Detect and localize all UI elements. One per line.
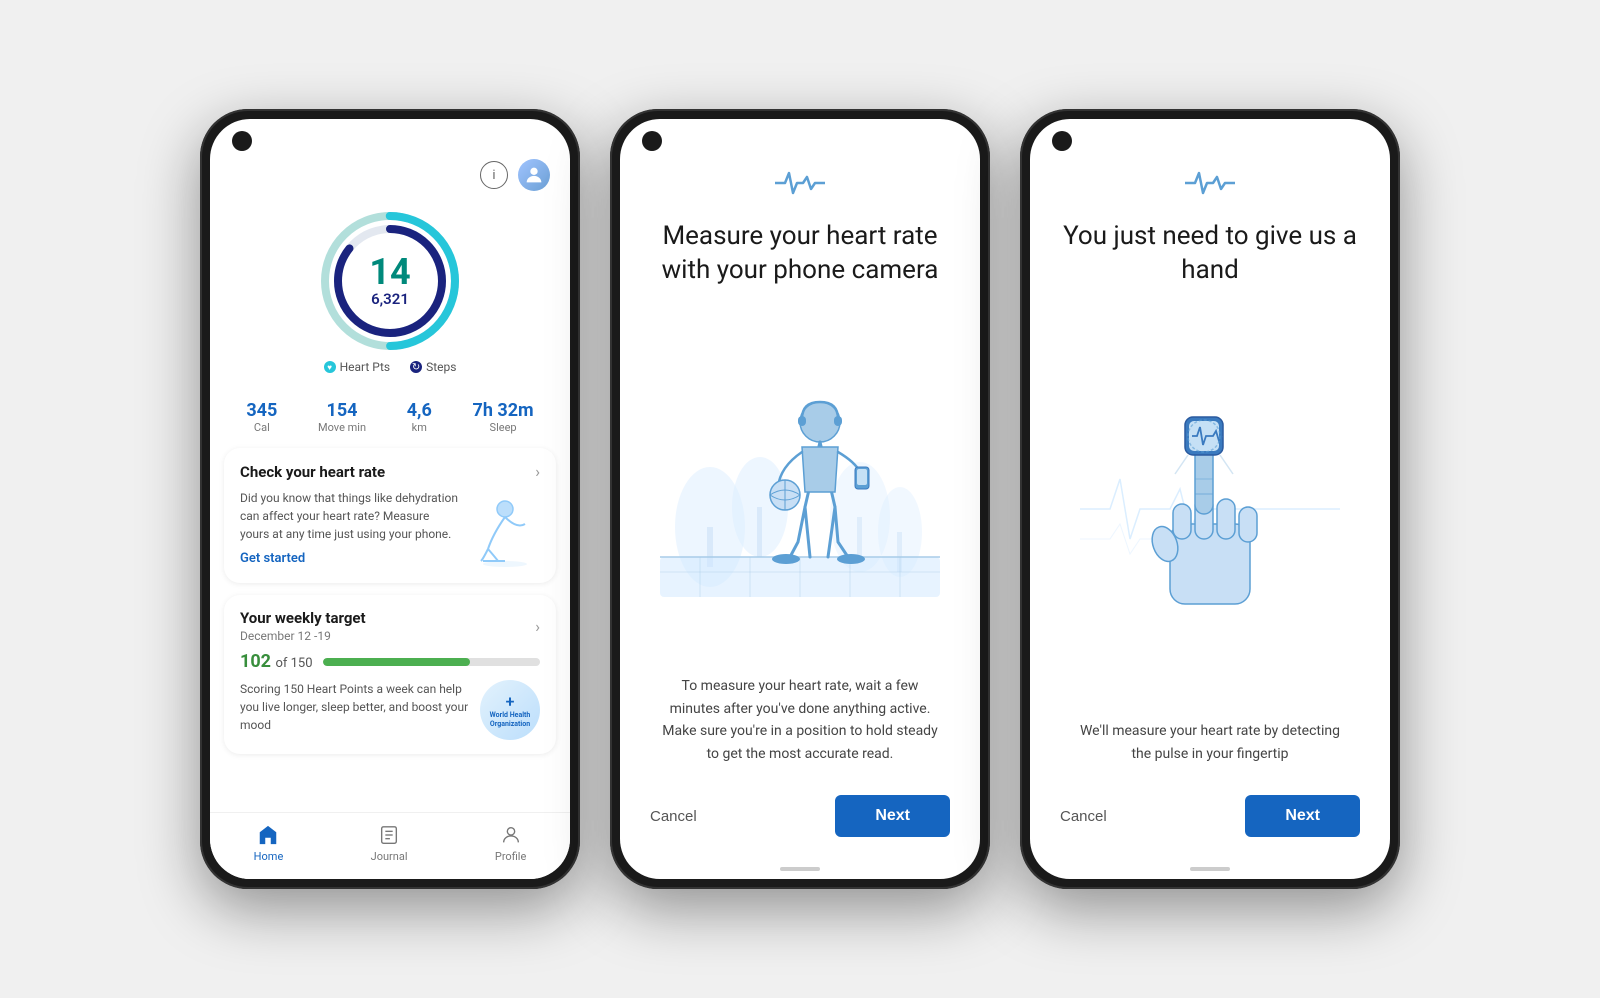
weekly-header: Your weekly target December 12 -19 ›: [240, 609, 540, 643]
phones-container: i: [200, 109, 1400, 889]
next-button-1[interactable]: Next: [835, 795, 950, 837]
phone-1-notch: [232, 131, 252, 151]
phone-3-notch: [1052, 131, 1072, 151]
heart-rate-card: Check your heart rate › Did you know tha…: [224, 448, 556, 583]
sleep-metric: 7h 32m Sleep: [473, 400, 534, 434]
onboard-actions-2: Cancel Next: [1030, 781, 1390, 867]
card-illustration: [470, 489, 540, 569]
card-text: Did you know that things like dehydratio…: [240, 489, 460, 543]
phone-3: You just need to give us a hand: [1020, 109, 1400, 889]
progress-bar: [323, 658, 540, 666]
onboard-actions-1: Cancel Next: [620, 781, 980, 867]
cal-metric: 345 Cal: [246, 400, 277, 434]
onboard-desc-1: To measure your heart rate, wait a few m…: [620, 665, 980, 781]
weekly-date: December 12 -19: [240, 629, 366, 643]
weekly-body: Scoring 150 Heart Points a week can help…: [240, 680, 540, 740]
weekly-chevron-icon[interactable]: ›: [535, 617, 540, 636]
heart-pts-label: ♥ Heart Pts: [324, 360, 390, 374]
info-button[interactable]: i: [480, 161, 508, 189]
onboard-illustration-2: [1030, 308, 1390, 711]
onboard-title-2: You just need to give us a hand: [1060, 220, 1360, 288]
ring-center: 14 6,321: [369, 254, 410, 308]
onboard-screen-2: You just need to give us a hand: [1030, 119, 1390, 879]
home-screen: i: [210, 119, 570, 879]
chevron-icon[interactable]: ›: [535, 462, 540, 481]
onboard-desc-2: We'll measure your heart rate by detecti…: [1030, 710, 1390, 781]
movemin-metric: 154 Move min: [318, 400, 366, 434]
card-body: Did you know that things like dehydratio…: [240, 489, 540, 569]
heart-pts-value: 14: [369, 254, 410, 290]
onboard-screen-1: Measure your heart rate with your phone …: [620, 119, 980, 879]
home-header: i: [210, 119, 570, 201]
weekly-title: Your weekly target: [240, 609, 366, 627]
get-started-link[interactable]: Get started: [240, 551, 460, 566]
onboard-top-1: Measure your heart rate with your phone …: [620, 119, 980, 308]
cancel-button-1[interactable]: Cancel: [650, 808, 697, 825]
profile-icon: [499, 823, 523, 847]
km-metric: 4,6 km: [407, 400, 432, 434]
cancel-button-2[interactable]: Cancel: [1060, 808, 1107, 825]
onboard-illustration-1: [620, 308, 980, 666]
card-header: Check your heart rate ›: [240, 462, 540, 481]
steps-value: 6,321: [369, 290, 410, 308]
nav-home[interactable]: Home: [254, 823, 284, 863]
who-badge: + World HealthOrganization: [480, 680, 540, 740]
bottom-indicator-2: [1190, 867, 1230, 871]
card-title: Check your heart rate: [240, 463, 385, 481]
progress-bar-fill: [323, 658, 471, 666]
stats-ring: 14 6,321: [315, 206, 465, 356]
steps-label: ↻ Steps: [410, 360, 456, 374]
journal-label: Journal: [371, 850, 408, 863]
phone-3-screen: You just need to give us a hand: [1030, 119, 1390, 879]
nav-journal[interactable]: Journal: [371, 823, 408, 863]
pulse-icon-2: [1185, 169, 1235, 204]
phone-1: i: [200, 109, 580, 889]
journal-icon: [377, 823, 401, 847]
bottom-indicator-1: [780, 867, 820, 871]
nav-profile[interactable]: Profile: [495, 823, 526, 863]
onboard-top-2: You just need to give us a hand: [1030, 119, 1390, 308]
phone-2-notch: [642, 131, 662, 151]
weekly-target-card: Your weekly target December 12 -19 › 102…: [224, 595, 556, 754]
phone-1-screen: i: [210, 119, 570, 879]
weekly-text: Scoring 150 Heart Points a week can help…: [240, 680, 470, 740]
profile-label: Profile: [495, 850, 526, 863]
next-button-2[interactable]: Next: [1245, 795, 1360, 837]
home-icon: [256, 823, 280, 847]
metrics-row: 345 Cal 154 Move min 4,6 km 7h 32m Sleep: [210, 392, 570, 442]
pulse-icon-1: [775, 169, 825, 204]
bottom-nav: Home Journal Profile: [210, 812, 570, 879]
phone-2: Measure your heart rate with your phone …: [610, 109, 990, 889]
home-label: Home: [254, 850, 284, 863]
weekly-progress-row: 102 of 150: [240, 651, 540, 672]
weekly-pts: 102 of 150: [240, 651, 313, 672]
metric-labels: ♥ Heart Pts ↻ Steps: [324, 356, 457, 382]
phone-2-screen: Measure your heart rate with your phone …: [620, 119, 980, 879]
stats-ring-container: 14 6,321 ♥ Heart Pts ↻ Steps: [210, 201, 570, 392]
avatar[interactable]: [518, 159, 550, 191]
onboard-title-1: Measure your heart rate with your phone …: [650, 220, 950, 288]
